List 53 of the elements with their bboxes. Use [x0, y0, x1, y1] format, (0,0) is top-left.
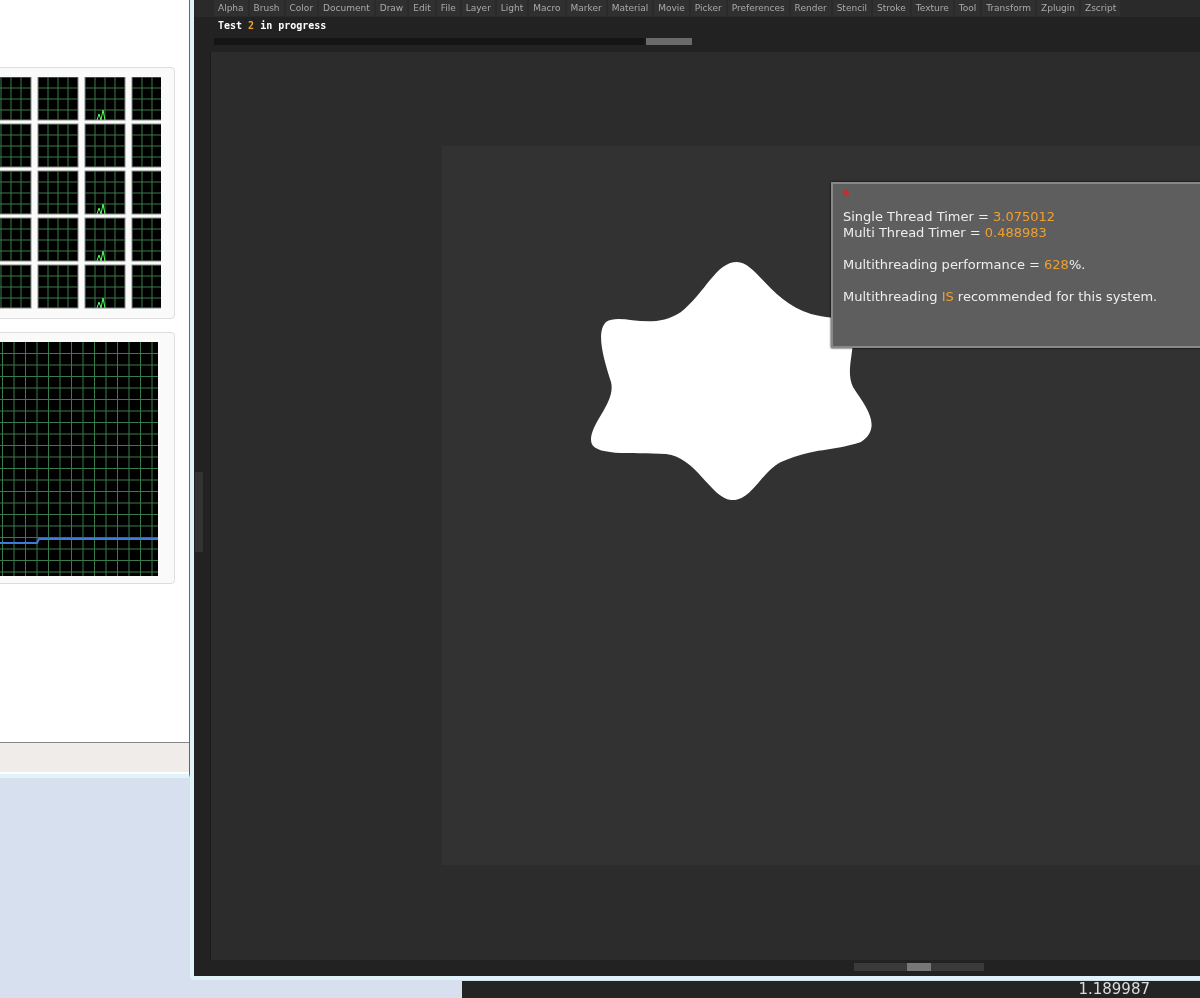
menu-item[interactable]: Transform — [982, 0, 1035, 16]
result-line: Multithreading IS recommended for this system. — [843, 289, 1158, 305]
cpu-graph — [0, 77, 32, 121]
progress-indicator — [646, 38, 692, 45]
result-line: Single Thread Timer = 3.075012 — [843, 209, 1056, 225]
cpu-graph — [84, 264, 126, 309]
menu-item[interactable]: Stencil — [832, 0, 872, 16]
menu-item[interactable]: Edit — [409, 0, 435, 16]
cpu-graph — [84, 170, 126, 215]
menu-item[interactable]: Material — [607, 0, 653, 16]
cpu-graph — [131, 217, 161, 262]
cpu-graph — [0, 217, 32, 262]
menu-item[interactable]: Marker — [566, 0, 606, 16]
menu-item[interactable]: Picker — [690, 0, 726, 16]
menu-item[interactable]: Brush — [249, 0, 284, 16]
cpu-graph — [37, 123, 79, 168]
menu-item[interactable]: Tool — [954, 0, 981, 16]
menu-item[interactable]: Stroke — [873, 0, 910, 16]
menu-item[interactable]: Preferences — [727, 0, 789, 16]
progress-text: Test 2 in progress — [218, 19, 327, 33]
menu-item[interactable]: Render — [790, 0, 831, 16]
menu-item[interactable]: Document — [319, 0, 374, 16]
result-line: Multi Thread Timer = 0.488983 — [843, 225, 1047, 241]
cpu-graph — [131, 123, 161, 168]
menu-item[interactable]: Movie — [654, 0, 689, 16]
menu-item[interactable]: Light — [496, 0, 528, 16]
cpu-graph — [131, 170, 161, 215]
cpu-graph — [84, 123, 126, 168]
cpu-graph — [84, 217, 126, 262]
cpu-graph — [84, 77, 126, 121]
value-text: 1.189987 — [1078, 981, 1150, 998]
cpu-graph — [131, 264, 161, 309]
cpu-graph — [37, 264, 79, 309]
cpu-graph — [37, 77, 79, 121]
close-icon[interactable] — [843, 190, 849, 196]
menu-item[interactable]: Zscript — [1081, 0, 1121, 16]
menu-item[interactable]: Color — [285, 0, 318, 16]
menu-item[interactable]: Zplugin — [1037, 0, 1079, 16]
cpu-graph — [37, 170, 79, 215]
canvas-divider-handle[interactable] — [195, 472, 203, 552]
cpu-graph — [131, 77, 161, 121]
cpu-graph — [0, 170, 32, 215]
cpu-graph — [0, 123, 32, 168]
menu-item[interactable]: File — [436, 0, 460, 16]
menu-item[interactable]: Draw — [375, 0, 408, 16]
menu-item[interactable]: Texture — [911, 0, 953, 16]
menu-item[interactable]: Macro — [529, 0, 565, 16]
result-line: Multithreading performance = 628%. — [843, 257, 1086, 273]
cpu-graph — [0, 264, 32, 309]
bottom-handle[interactable] — [854, 963, 984, 971]
menu-item[interactable]: Layer — [461, 0, 495, 16]
menu-item[interactable]: Alpha — [214, 0, 248, 16]
cpu-graph — [37, 217, 79, 262]
